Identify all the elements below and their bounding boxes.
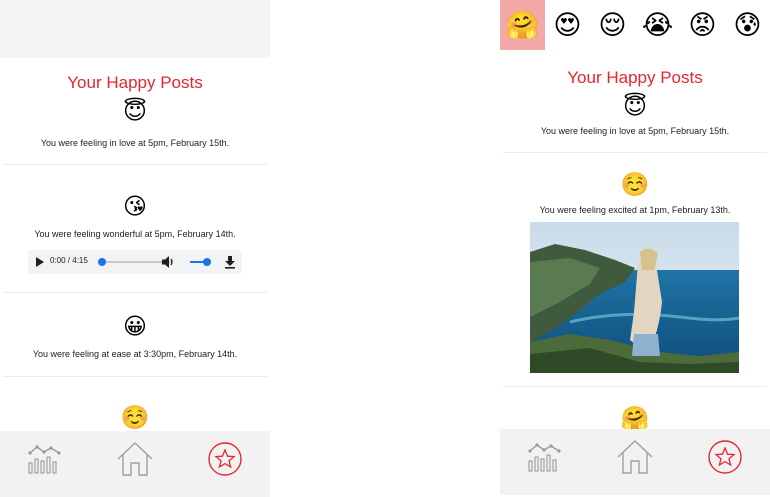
page-title: Your Happy Posts bbox=[67, 73, 203, 92]
stats-chart-icon bbox=[28, 445, 61, 474]
emoji-filter-bar: 🤗 😍 😌 😭 😡 😰 bbox=[500, 0, 770, 50]
divider bbox=[3, 376, 267, 377]
nav-home-button[interactable] bbox=[90, 431, 180, 487]
relieved-face-icon[interactable]: 😌 bbox=[590, 0, 635, 50]
download-icon[interactable] bbox=[224, 255, 236, 269]
post-text: You were feeling wonderful at 5pm, Febru… bbox=[34, 229, 236, 239]
post-text: You were feeling in love at 5pm, Februar… bbox=[40, 138, 230, 148]
post-item[interactable]: 😘 You were feeling wonderful at 5pm, Feb… bbox=[0, 194, 270, 293]
home-icon bbox=[117, 442, 153, 476]
loudly-crying-face-icon[interactable]: 😭 bbox=[635, 0, 680, 50]
post-item[interactable]: 🤗 bbox=[500, 408, 770, 431]
post-item[interactable]: 😇 You were feeling in love at 5pm, Febru… bbox=[500, 94, 770, 153]
nav-stats-button[interactable] bbox=[0, 431, 90, 487]
bottom-nav bbox=[500, 429, 770, 495]
nav-favorites-button[interactable] bbox=[680, 429, 770, 485]
smiling-face-icon: ☺️ bbox=[620, 172, 650, 198]
post-text: You were feeling at ease at 3:30pm, Febr… bbox=[32, 349, 238, 359]
divider bbox=[503, 386, 767, 387]
nav-stats-button[interactable] bbox=[500, 429, 590, 485]
nav-home-button[interactable] bbox=[590, 429, 680, 485]
page-title: Your Happy Posts bbox=[567, 68, 703, 87]
heart-eyes-face-icon[interactable]: 😍 bbox=[545, 0, 590, 50]
face-blowing-kiss-icon: 😘 bbox=[123, 194, 147, 220]
smiling-face-with-halo-icon: 😇 bbox=[123, 99, 147, 125]
left-screen: Your Happy Posts 😇 You were feeling in l… bbox=[0, 0, 270, 497]
divider bbox=[3, 164, 267, 165]
bottom-nav bbox=[0, 431, 270, 497]
hugging-face-icon[interactable]: 🤗 bbox=[500, 0, 545, 50]
post-item[interactable]: ☺️ You were feeling excited at 1pm, Febr… bbox=[500, 172, 770, 387]
volume-icon[interactable] bbox=[161, 254, 175, 270]
smiling-face-icon: ☺️ bbox=[120, 405, 150, 431]
audio-progress-knob[interactable] bbox=[98, 258, 106, 266]
divider bbox=[3, 292, 267, 293]
top-bar bbox=[0, 0, 270, 58]
pouting-face-icon[interactable]: 😡 bbox=[680, 0, 725, 50]
star-icon bbox=[208, 442, 242, 476]
post-text: You were feeling in love at 5pm, Februar… bbox=[540, 126, 730, 136]
smiling-face-with-halo-icon: 😇 bbox=[623, 94, 647, 120]
right-screen: 🤗 😍 😌 😭 😡 😰 Your Happy Posts 😇 You were … bbox=[500, 0, 770, 497]
post-photo bbox=[530, 222, 739, 373]
star-icon bbox=[708, 440, 742, 474]
volume-knob[interactable] bbox=[203, 258, 211, 266]
divider bbox=[503, 152, 767, 153]
grinning-face-icon: 😀 bbox=[123, 314, 147, 340]
post-item[interactable]: ☺️ bbox=[0, 407, 270, 430]
anxious-face-with-sweat-icon[interactable]: 😰 bbox=[725, 0, 770, 50]
home-icon bbox=[617, 440, 653, 474]
hugging-face-icon: 🤗 bbox=[620, 406, 650, 432]
post-item[interactable]: 😀 You were feeling at ease at 3:30pm, Fe… bbox=[0, 314, 270, 377]
play-icon[interactable] bbox=[36, 257, 44, 267]
audio-player[interactable]: 0:00 / 4:15 bbox=[28, 250, 242, 274]
audio-time: 0:00 / 4:15 bbox=[50, 256, 88, 265]
stats-chart-icon bbox=[528, 443, 561, 472]
post-item[interactable]: 😇 You were feeling in love at 5pm, Febru… bbox=[0, 99, 270, 165]
post-text: You were feeling excited at 1pm, Februar… bbox=[539, 205, 731, 215]
nav-favorites-button[interactable] bbox=[180, 431, 270, 487]
